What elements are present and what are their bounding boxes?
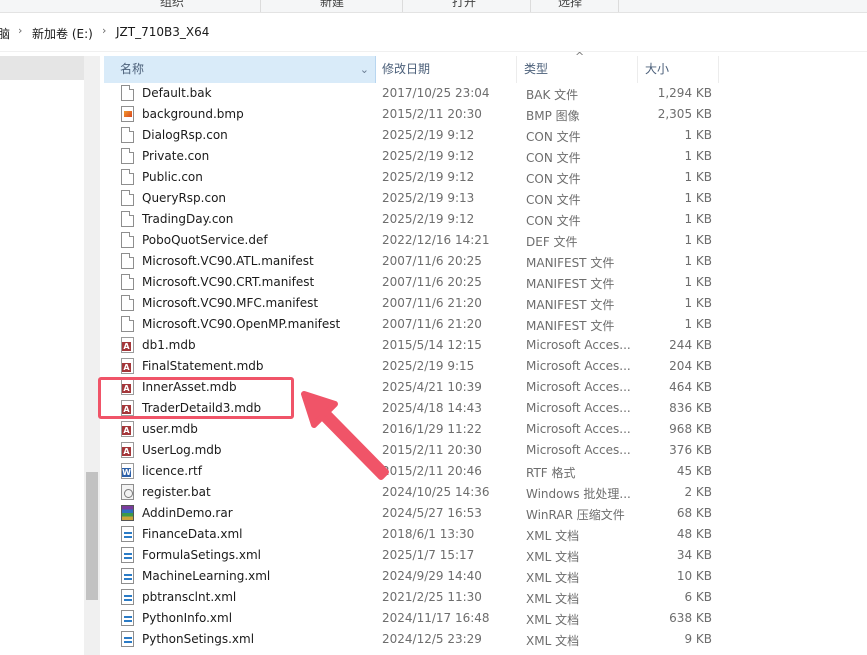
annotation-arrow <box>301 391 389 480</box>
